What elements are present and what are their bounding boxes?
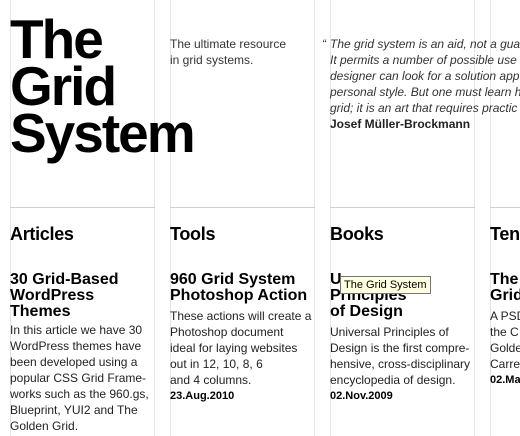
section-divider	[170, 207, 315, 208]
desc-line: Carre	[490, 357, 520, 371]
desc-line: In this article we have 30	[10, 323, 143, 337]
desc-line: the C	[490, 325, 519, 339]
section-heading[interactable]: Books	[330, 222, 480, 246]
section-heading[interactable]: Articles	[10, 222, 160, 246]
desc-line: Design is the first compre-	[330, 341, 470, 355]
article-description: In this article we have 30 WordPress the…	[10, 322, 160, 434]
post-date: 23.Aug.2010	[170, 390, 235, 402]
desc-line: hensive, cross-disciplinary	[330, 357, 471, 371]
title-line: Themes	[10, 303, 71, 320]
template-title-link[interactable]: The Grid	[490, 272, 520, 304]
quote-line: designer can look for a solution app	[330, 69, 520, 83]
title-line: WordPress	[10, 287, 95, 304]
desc-line: and 4 columns.	[170, 373, 252, 387]
section-tools: Tools 960 Grid System Photoshop Action T…	[170, 222, 320, 402]
desc-line: encyclopedia of design.	[330, 373, 456, 387]
quote-line: grid; it is an art that requires practic	[330, 101, 518, 115]
template-description: A PSD the C Golde Carre	[490, 308, 520, 372]
title-line: 30 Grid-Based	[10, 271, 119, 288]
section-divider	[10, 207, 155, 208]
desc-line: ideal for laying websites	[170, 341, 298, 355]
logo-line: System	[10, 102, 196, 164]
section-heading[interactable]: Ten	[490, 222, 520, 246]
quote-mark: “	[322, 37, 326, 51]
desc-line: Photoshop document	[170, 325, 284, 339]
title-line: Photoshop Action	[170, 287, 308, 304]
hover-tooltip: The Grid System	[340, 276, 431, 294]
tagline-line: in grid systems.	[170, 53, 254, 67]
title-line: 960 Grid System	[170, 271, 296, 288]
tagline-line: The ultimate resource	[170, 37, 287, 51]
section-books: Books U Principles of Design Universal P…	[330, 222, 480, 402]
desc-line: out in 12, 10, 8, 6	[170, 357, 263, 371]
book-description: Universal Principles of Design is the fi…	[330, 324, 480, 388]
site-tagline: The ultimate resource in grid systems.	[170, 36, 320, 68]
quote-line: It permits a number of possible use	[330, 53, 517, 67]
section-templates: Ten The Grid A PSD the C Golde Carre 02.…	[490, 222, 520, 436]
post-date: 02.Ma	[490, 374, 520, 386]
section-divider	[490, 207, 520, 208]
desc-line: These actions will create a	[170, 309, 312, 323]
quote-text: The grid system is an aid, not a gua It …	[330, 36, 520, 116]
desc-line: Blueprint, YUI2 and The	[10, 403, 138, 417]
desc-line: A PSD	[490, 309, 520, 323]
desc-line: Golde	[490, 341, 520, 355]
site-logo[interactable]: The Grid System	[10, 12, 196, 164]
quote-author: Josef Müller-Brockmann	[330, 117, 471, 131]
desc-line: WordPress themes have	[10, 339, 142, 353]
desc-line: been developed using a	[10, 355, 138, 369]
title-line: Grid	[490, 287, 520, 304]
section-divider	[330, 207, 475, 208]
article-title-link[interactable]: 30 Grid-Based WordPress Themes	[10, 272, 170, 320]
tool-description: These actions will create a Photoshop do…	[170, 308, 320, 388]
section-heading[interactable]: Tools	[170, 222, 320, 246]
title-line: The	[490, 271, 519, 288]
desc-line: works such as the 960.gs,	[10, 387, 149, 401]
tool-title-link[interactable]: 960 Grid System Photoshop Action	[170, 272, 330, 304]
desc-line: Universal Principles of	[330, 325, 449, 339]
title-line: of Design	[330, 303, 403, 320]
quote-line: The grid system is an aid, not a gua	[330, 37, 520, 51]
desc-line: Golden Grid.	[10, 419, 79, 433]
desc-line: popular CSS Grid Frame-	[10, 371, 147, 385]
section-articles: Articles 30 Grid-Based WordPress Themes …	[10, 222, 160, 433]
post-date: 02.Nov.2009	[330, 390, 393, 402]
quote-line: personal style. But one must learn h	[330, 85, 520, 99]
